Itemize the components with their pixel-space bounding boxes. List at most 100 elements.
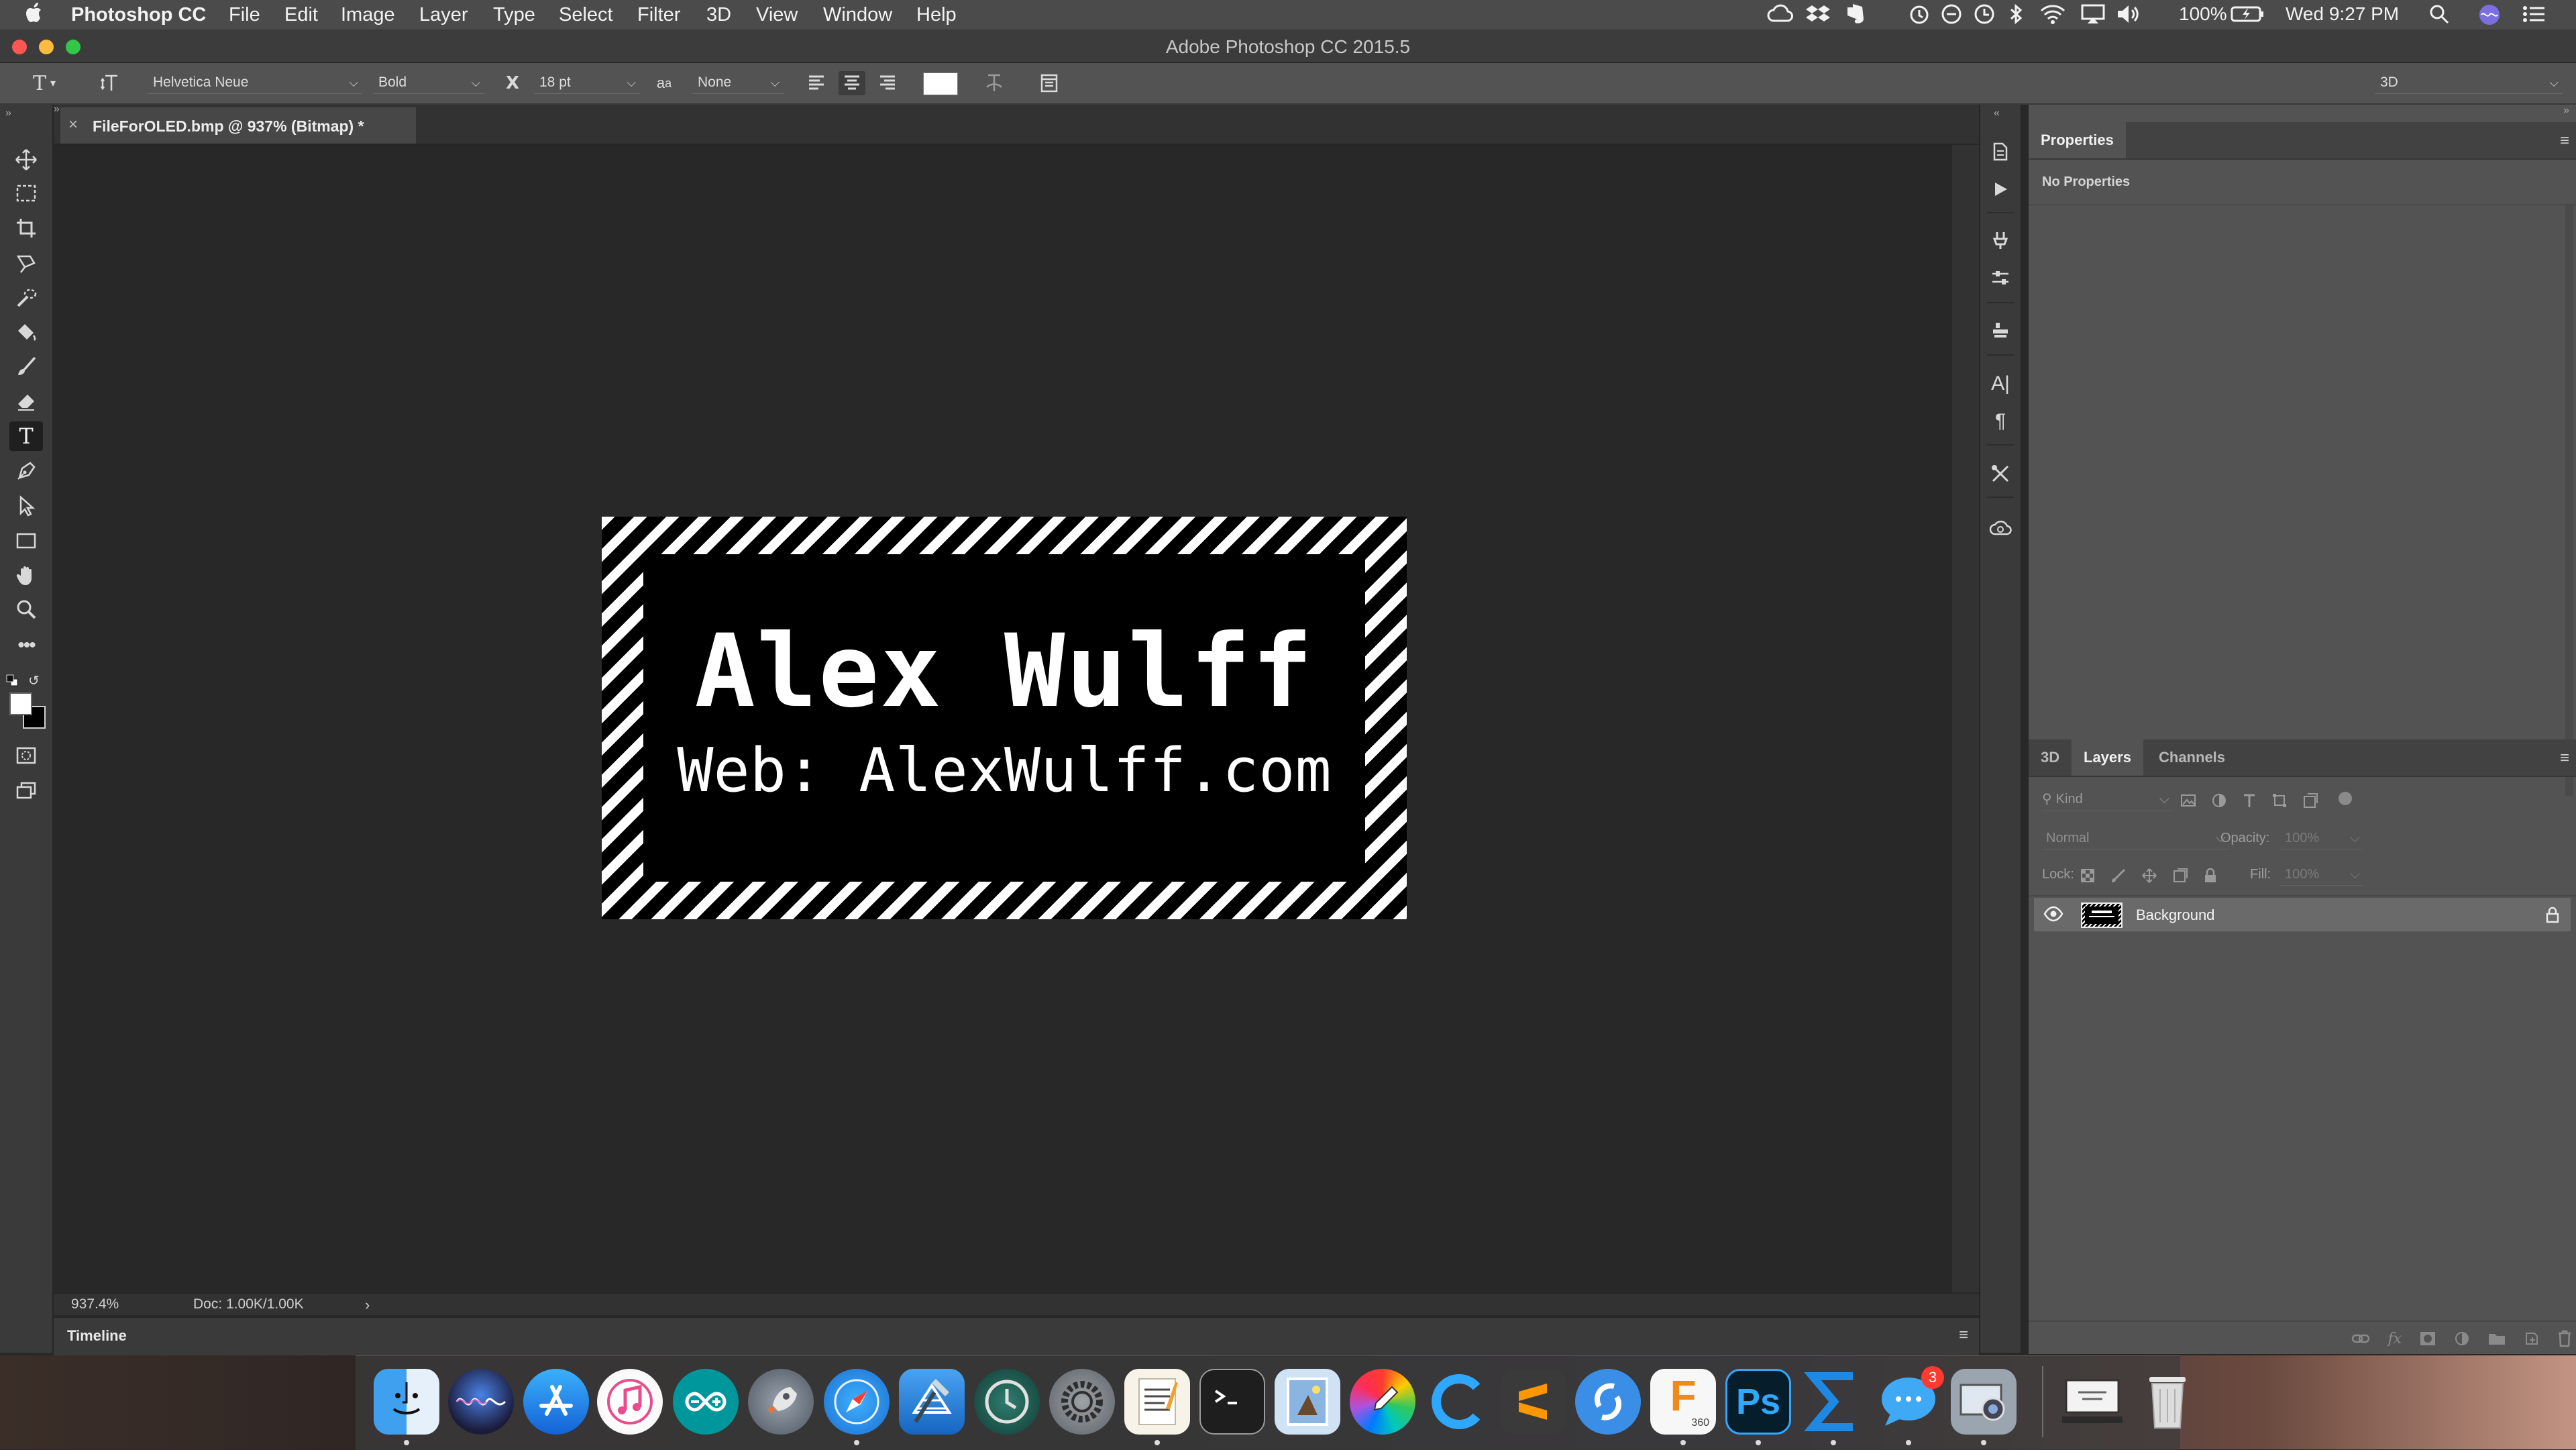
dock-itunes-icon[interactable] bbox=[597, 1369, 663, 1435]
menu-layer[interactable]: Layer bbox=[419, 4, 468, 26]
clone-source-panel-icon[interactable] bbox=[1986, 315, 2015, 345]
tab-3d[interactable]: 3D bbox=[2029, 739, 2072, 776]
font-size-dropdown[interactable]: 18 pt ⌵ bbox=[534, 71, 640, 94]
do-not-disturb-icon[interactable] bbox=[1941, 3, 1962, 25]
dock-image-capture-icon[interactable] bbox=[1951, 1369, 2017, 1435]
zoom-level[interactable]: 937.4% bbox=[71, 1296, 119, 1312]
status-menu-arrow-icon[interactable]: › bbox=[365, 1296, 370, 1314]
filter-type-layers-icon[interactable] bbox=[2242, 792, 2257, 809]
filter-toggle-switch[interactable] bbox=[2339, 792, 2352, 805]
path-selection-tool-icon[interactable] bbox=[9, 491, 43, 521]
link-layers-icon[interactable] bbox=[2351, 1332, 2370, 1345]
layer-row-background[interactable]: Background bbox=[2034, 898, 2571, 931]
pen-tool-icon[interactable] bbox=[9, 456, 43, 486]
collapse-right-panels-icon[interactable]: » bbox=[2563, 105, 2569, 117]
layer-style-fx-icon[interactable]: fx bbox=[2387, 1331, 2402, 1347]
type-tool-preset-picker[interactable]: T ▾ bbox=[24, 71, 64, 95]
dock-sigma-app-icon[interactable] bbox=[1801, 1369, 1866, 1435]
volume-icon[interactable] bbox=[2116, 3, 2141, 25]
toggle-text-orientation-icon[interactable] bbox=[98, 71, 125, 95]
evernote-icon[interactable] bbox=[1845, 3, 1865, 25]
creative-cloud-icon[interactable] bbox=[1767, 3, 1794, 25]
default-colors-icon[interactable] bbox=[5, 674, 19, 687]
dock-safari-icon[interactable] bbox=[824, 1369, 890, 1435]
character-panel-icon[interactable]: A| bbox=[1986, 369, 2015, 399]
airplay-icon[interactable] bbox=[2081, 3, 2105, 25]
font-style-dropdown[interactable]: Bold ⌵ bbox=[373, 71, 484, 94]
close-document-icon[interactable]: × bbox=[68, 115, 78, 134]
rectangle-tool-icon[interactable] bbox=[9, 526, 43, 556]
wifi-icon[interactable] bbox=[2039, 3, 2066, 25]
history-panel-icon[interactable] bbox=[1986, 137, 2015, 166]
filter-smart-objects-icon[interactable] bbox=[2302, 792, 2318, 809]
dock-photoshop-icon[interactable]: Ps bbox=[1725, 1369, 1791, 1435]
libraries-panel-icon[interactable] bbox=[1986, 513, 2015, 542]
dock-system-preferences-icon[interactable] bbox=[1049, 1369, 1115, 1435]
new-layer-icon[interactable] bbox=[2524, 1331, 2540, 1347]
paint-bucket-tool-icon[interactable] bbox=[9, 318, 43, 348]
menu-select[interactable]: Select bbox=[559, 4, 613, 26]
tab-channels[interactable]: Channels bbox=[2147, 739, 2237, 776]
bluetooth-icon[interactable] bbox=[2008, 3, 2025, 25]
align-center-button[interactable] bbox=[839, 71, 865, 95]
blend-mode-dropdown[interactable]: Normal ⌵ bbox=[2042, 827, 2229, 849]
menu-view[interactable]: View bbox=[756, 4, 798, 26]
dock-xcode-icon[interactable] bbox=[899, 1369, 965, 1435]
quick-mask-icon[interactable] bbox=[9, 741, 43, 770]
lock-position-icon[interactable] bbox=[2141, 868, 2157, 884]
menu-file[interactable]: File bbox=[229, 4, 260, 26]
menubar-clock[interactable]: Wed 9:27 PM bbox=[2286, 3, 2399, 25]
quick-selection-tool-icon[interactable] bbox=[9, 283, 43, 313]
dock-time-machine-icon[interactable] bbox=[974, 1369, 1040, 1435]
menu-filter[interactable]: Filter bbox=[637, 4, 680, 26]
time-machine-icon[interactable] bbox=[1974, 3, 1995, 25]
align-right-button[interactable] bbox=[873, 71, 900, 95]
expand-panels-icon[interactable]: « bbox=[1994, 107, 2000, 119]
document-image[interactable]: Alex Wulff Web: AlexWulff.com bbox=[602, 517, 1407, 919]
notification-center-icon[interactable] bbox=[2522, 3, 2545, 25]
canvas-vertical-scrollbar[interactable] bbox=[1952, 145, 1979, 1292]
swap-colors-icon[interactable]: ↺ bbox=[28, 672, 40, 689]
app-menu-photoshop[interactable]: Photoshop CC bbox=[71, 4, 206, 26]
lock-image-pixels-icon[interactable] bbox=[2110, 868, 2127, 884]
new-adjustment-layer-icon[interactable] bbox=[2454, 1331, 2470, 1347]
dock-finder-icon[interactable] bbox=[374, 1369, 439, 1435]
antialias-dropdown[interactable]: None ⌵ bbox=[692, 71, 784, 94]
tab-layers[interactable]: Layers bbox=[2072, 739, 2143, 776]
dock-simplenote-icon[interactable] bbox=[1575, 1369, 1641, 1435]
crop-tool-icon[interactable] bbox=[9, 213, 43, 243]
lasso-tool-icon[interactable] bbox=[9, 248, 43, 278]
lock-transparent-pixels-icon[interactable] bbox=[2080, 868, 2096, 884]
hand-tool-icon[interactable] bbox=[9, 561, 43, 590]
filter-pixel-layers-icon[interactable] bbox=[2180, 793, 2196, 808]
fill-field[interactable]: 100% ⌵ bbox=[2279, 863, 2363, 886]
move-tool-icon[interactable] bbox=[9, 145, 43, 174]
siri-icon[interactable] bbox=[2478, 3, 2501, 26]
zoom-tool-icon[interactable] bbox=[9, 594, 43, 624]
add-layer-mask-icon[interactable] bbox=[2419, 1331, 2436, 1347]
dock-textedit-icon[interactable] bbox=[1124, 1369, 1190, 1435]
align-left-button[interactable] bbox=[804, 71, 830, 95]
tool-presets-panel-icon[interactable] bbox=[1986, 225, 2015, 255]
menu-image[interactable]: Image bbox=[341, 4, 395, 26]
opacity-field[interactable]: 100% ⌵ bbox=[2279, 827, 2363, 849]
dock-sublime-text-icon[interactable] bbox=[1500, 1369, 1566, 1435]
timeline-title[interactable]: Timeline bbox=[67, 1327, 127, 1345]
workspace-switcher-dropdown[interactable]: 3D ⌵ bbox=[2375, 71, 2563, 94]
spotlight-search-icon[interactable] bbox=[2428, 3, 2450, 25]
dock-trash-icon[interactable] bbox=[2135, 1369, 2200, 1435]
delete-layer-trash-icon[interactable] bbox=[2557, 1330, 2572, 1347]
menu-3d[interactable]: 3D bbox=[706, 4, 731, 26]
rectangular-marquee-tool-icon[interactable] bbox=[9, 178, 43, 208]
properties-scrollbar[interactable] bbox=[2565, 205, 2573, 796]
character-panel-toggle-icon[interactable] bbox=[1036, 71, 1063, 95]
screen-mode-icon[interactable] bbox=[9, 776, 43, 805]
tab-properties[interactable]: Properties bbox=[2029, 122, 2126, 158]
dock-terminal-icon[interactable] bbox=[1199, 1369, 1265, 1435]
menu-window[interactable]: Window bbox=[823, 4, 892, 26]
adjustments-panel-icon[interactable] bbox=[1986, 263, 2015, 293]
eraser-tool-icon[interactable] bbox=[9, 386, 43, 416]
horizontal-type-tool-icon[interactable]: T bbox=[9, 421, 43, 451]
battery-icon[interactable] bbox=[2231, 3, 2264, 25]
warp-text-icon[interactable] bbox=[981, 71, 1008, 95]
